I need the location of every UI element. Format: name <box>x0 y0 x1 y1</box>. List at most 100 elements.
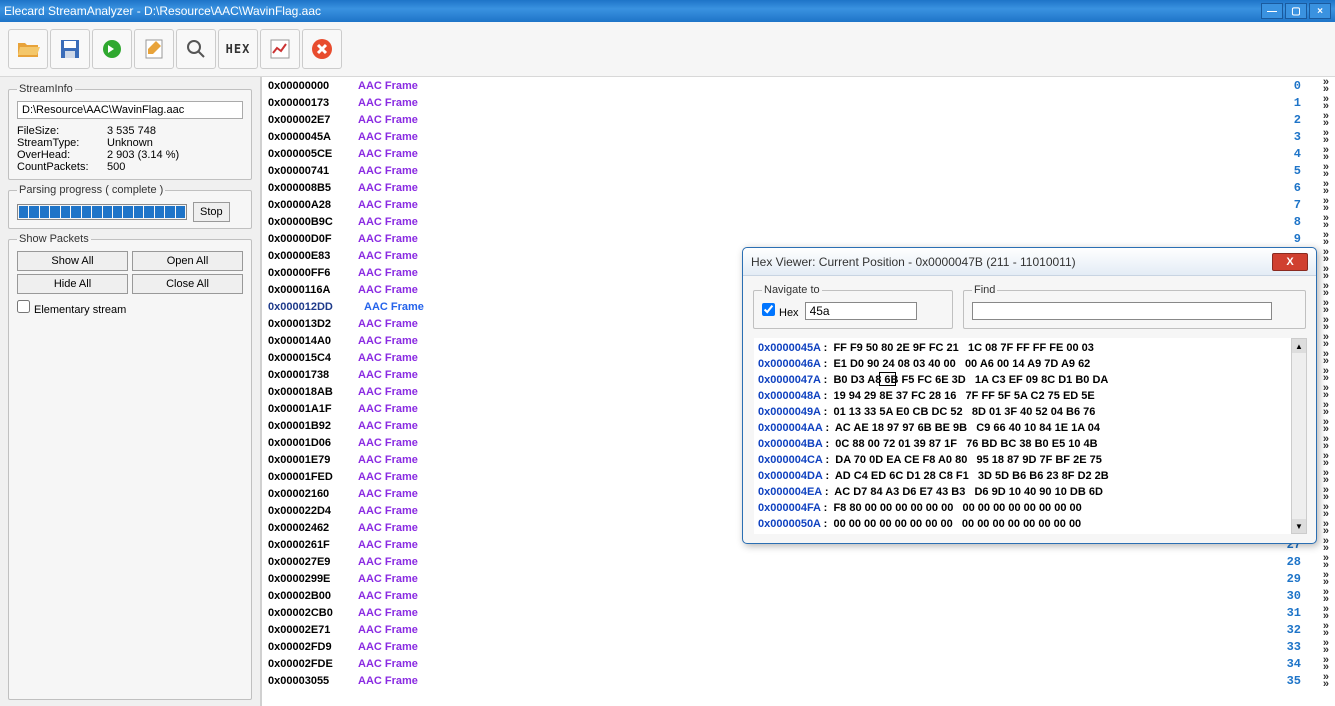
packet-row[interactable]: 0x00002FDE AAC Frame34»» <box>262 655 1335 672</box>
notes-button[interactable] <box>134 29 174 69</box>
chevron-down-icon[interactable]: »» <box>1323 164 1329 178</box>
packet-type: AAC Frame <box>358 369 418 381</box>
packet-address: 0x0000299E <box>268 573 358 585</box>
chevron-down-icon[interactable]: »» <box>1323 300 1329 314</box>
hex-row[interactable]: 0x000004AA : AC AE 18 97 97 6B BE 9B C9 … <box>758 420 1301 436</box>
elementary-stream-checkbox[interactable] <box>17 300 30 313</box>
chevron-down-icon[interactable]: »» <box>1323 232 1329 246</box>
hex-row[interactable]: 0x000004DA : AD C4 ED 6C D1 28 C8 F1 3D … <box>758 468 1301 484</box>
hex-checkbox-label: Hex <box>779 307 799 319</box>
stop-button[interactable] <box>302 29 342 69</box>
chevron-down-icon[interactable]: »» <box>1323 521 1329 535</box>
minimize-button[interactable]: — <box>1261 3 1283 19</box>
stream-path-field[interactable] <box>17 101 243 119</box>
packet-row[interactable]: 0x00002B00 AAC Frame30»» <box>262 587 1335 604</box>
hex-row[interactable]: 0x000004EA : AC D7 84 A3 D6 E7 43 B3 D6 … <box>758 484 1301 500</box>
stop-parsing-button[interactable]: Stop <box>193 202 230 222</box>
chevron-down-icon[interactable]: »» <box>1323 589 1329 603</box>
hex-row[interactable]: 0x0000050A : 00 00 00 00 00 00 00 00 00 … <box>758 516 1301 532</box>
chevron-down-icon[interactable]: »» <box>1323 419 1329 433</box>
packet-row[interactable]: 0x00000A28 AAC Frame7»» <box>262 196 1335 213</box>
chevron-down-icon[interactable]: »» <box>1323 266 1329 280</box>
chevron-down-icon[interactable]: »» <box>1323 198 1329 212</box>
packet-row[interactable]: 0x0000045A AAC Frame3»» <box>262 128 1335 145</box>
search-button[interactable] <box>176 29 216 69</box>
show-all-button[interactable]: Show All <box>17 251 128 271</box>
chevron-down-icon[interactable]: »» <box>1323 96 1329 110</box>
hex-row[interactable]: 0x000004FA : F8 80 00 00 00 00 00 00 00 … <box>758 500 1301 516</box>
chevron-down-icon[interactable]: »» <box>1323 249 1329 263</box>
hex-grid[interactable]: ▲▼ 0x0000045A : FF F9 50 80 2E 9F FC 21 … <box>753 337 1306 535</box>
chevron-down-icon[interactable]: »» <box>1323 351 1329 365</box>
packet-address: 0x00001D06 <box>268 437 358 449</box>
packet-row[interactable]: 0x000005CE AAC Frame4»» <box>262 145 1335 162</box>
chevron-down-icon[interactable]: »» <box>1323 79 1329 93</box>
close-all-button[interactable]: Close All <box>132 274 243 294</box>
chevron-down-icon[interactable]: »» <box>1323 181 1329 195</box>
chart-button[interactable] <box>260 29 300 69</box>
hex-view-button[interactable]: HEX <box>218 29 258 69</box>
packet-row[interactable]: 0x00002CB0 AAC Frame31»» <box>262 604 1335 621</box>
hex-row[interactable]: 0x000004BA : 0C 88 00 72 01 39 87 1F 76 … <box>758 436 1301 452</box>
chevron-down-icon[interactable]: »» <box>1323 572 1329 586</box>
navigate-input[interactable] <box>805 302 917 320</box>
packet-row[interactable]: 0x000002E7 AAC Frame2»» <box>262 111 1335 128</box>
chevron-down-icon[interactable]: »» <box>1323 317 1329 331</box>
chevron-down-icon[interactable]: »» <box>1323 215 1329 229</box>
packet-row[interactable]: 0x00003055 AAC Frame35»» <box>262 672 1335 689</box>
packet-type: AAC Frame <box>358 284 418 296</box>
elementary-stream-option[interactable]: Elementary stream <box>17 304 126 316</box>
dialog-titlebar[interactable]: Hex Viewer: Current Position - 0x0000047… <box>743 248 1316 276</box>
packet-row[interactable]: 0x00000B9C AAC Frame8»» <box>262 213 1335 230</box>
chevron-down-icon[interactable]: »» <box>1323 453 1329 467</box>
packet-row[interactable]: 0x00002FD9 AAC Frame33»» <box>262 638 1335 655</box>
packet-row[interactable]: 0x0000299E AAC Frame29»» <box>262 570 1335 587</box>
chevron-down-icon[interactable]: »» <box>1323 555 1329 569</box>
chevron-down-icon[interactable]: »» <box>1323 334 1329 348</box>
chevron-down-icon[interactable]: »» <box>1323 538 1329 552</box>
chevron-down-icon[interactable]: »» <box>1323 504 1329 518</box>
chevron-down-icon[interactable]: »» <box>1323 470 1329 484</box>
find-input[interactable] <box>972 302 1272 320</box>
refresh-button[interactable] <box>92 29 132 69</box>
packet-row[interactable]: 0x00000741 AAC Frame5»» <box>262 162 1335 179</box>
chevron-down-icon[interactable]: »» <box>1323 283 1329 297</box>
chevron-down-icon[interactable]: »» <box>1323 147 1329 161</box>
packet-row[interactable]: 0x00000D0F AAC Frame9»» <box>262 230 1335 247</box>
hex-row[interactable]: 0x0000046A : E1 D0 90 24 08 03 40 00 00 … <box>758 356 1301 372</box>
open-file-button[interactable] <box>8 29 48 69</box>
chevron-down-icon[interactable]: »» <box>1323 402 1329 416</box>
showpackets-group: Show Packets Show All Open All Hide All … <box>8 233 252 700</box>
chevron-down-icon[interactable]: »» <box>1323 487 1329 501</box>
packet-row[interactable]: 0x000027E9 AAC Frame28»» <box>262 553 1335 570</box>
chevron-down-icon[interactable]: »» <box>1323 130 1329 144</box>
chevron-down-icon[interactable]: »» <box>1323 113 1329 127</box>
chevron-down-icon[interactable]: »» <box>1323 385 1329 399</box>
chevron-down-icon[interactable]: »» <box>1323 436 1329 450</box>
hex-row[interactable]: 0x0000048A : 19 94 29 8E 37 FC 28 16 7F … <box>758 388 1301 404</box>
packet-row[interactable]: 0x00002E71 AAC Frame32»» <box>262 621 1335 638</box>
hex-row[interactable]: 0x0000045A : FF F9 50 80 2E 9F FC 21 1C … <box>758 340 1301 356</box>
hex-row[interactable]: 0x0000049A : 01 13 33 5A E0 CB DC 52 8D … <box>758 404 1301 420</box>
chevron-down-icon[interactable]: »» <box>1323 623 1329 637</box>
hide-all-button[interactable]: Hide All <box>17 274 128 294</box>
hex-checkbox-option[interactable]: Hex <box>762 303 799 319</box>
packet-index: 1 <box>1294 96 1301 110</box>
chevron-down-icon[interactable]: »» <box>1323 368 1329 382</box>
hex-checkbox[interactable] <box>762 303 775 316</box>
close-button[interactable]: × <box>1309 3 1331 19</box>
hex-row[interactable]: 0x0000047A : B0 D3 A8 6B F5 FC 6E 3D 1A … <box>758 372 1301 388</box>
hex-row[interactable]: 0x000004CA : DA 70 0D EA CE F8 A0 80 95 … <box>758 452 1301 468</box>
packet-type: AAC Frame <box>358 522 418 534</box>
open-all-button[interactable]: Open All <box>132 251 243 271</box>
dialog-close-button[interactable]: X <box>1272 253 1308 271</box>
packet-row[interactable]: 0x000008B5 AAC Frame6»» <box>262 179 1335 196</box>
chevron-down-icon[interactable]: »» <box>1323 657 1329 671</box>
chevron-down-icon[interactable]: »» <box>1323 606 1329 620</box>
packet-row[interactable]: 0x00000173 AAC Frame1»» <box>262 94 1335 111</box>
packet-row[interactable]: 0x00000000 AAC Frame0»» <box>262 77 1335 94</box>
chevron-down-icon[interactable]: »» <box>1323 674 1329 688</box>
maximize-button[interactable]: ▢ <box>1285 3 1307 19</box>
save-button[interactable] <box>50 29 90 69</box>
chevron-down-icon[interactable]: »» <box>1323 640 1329 654</box>
